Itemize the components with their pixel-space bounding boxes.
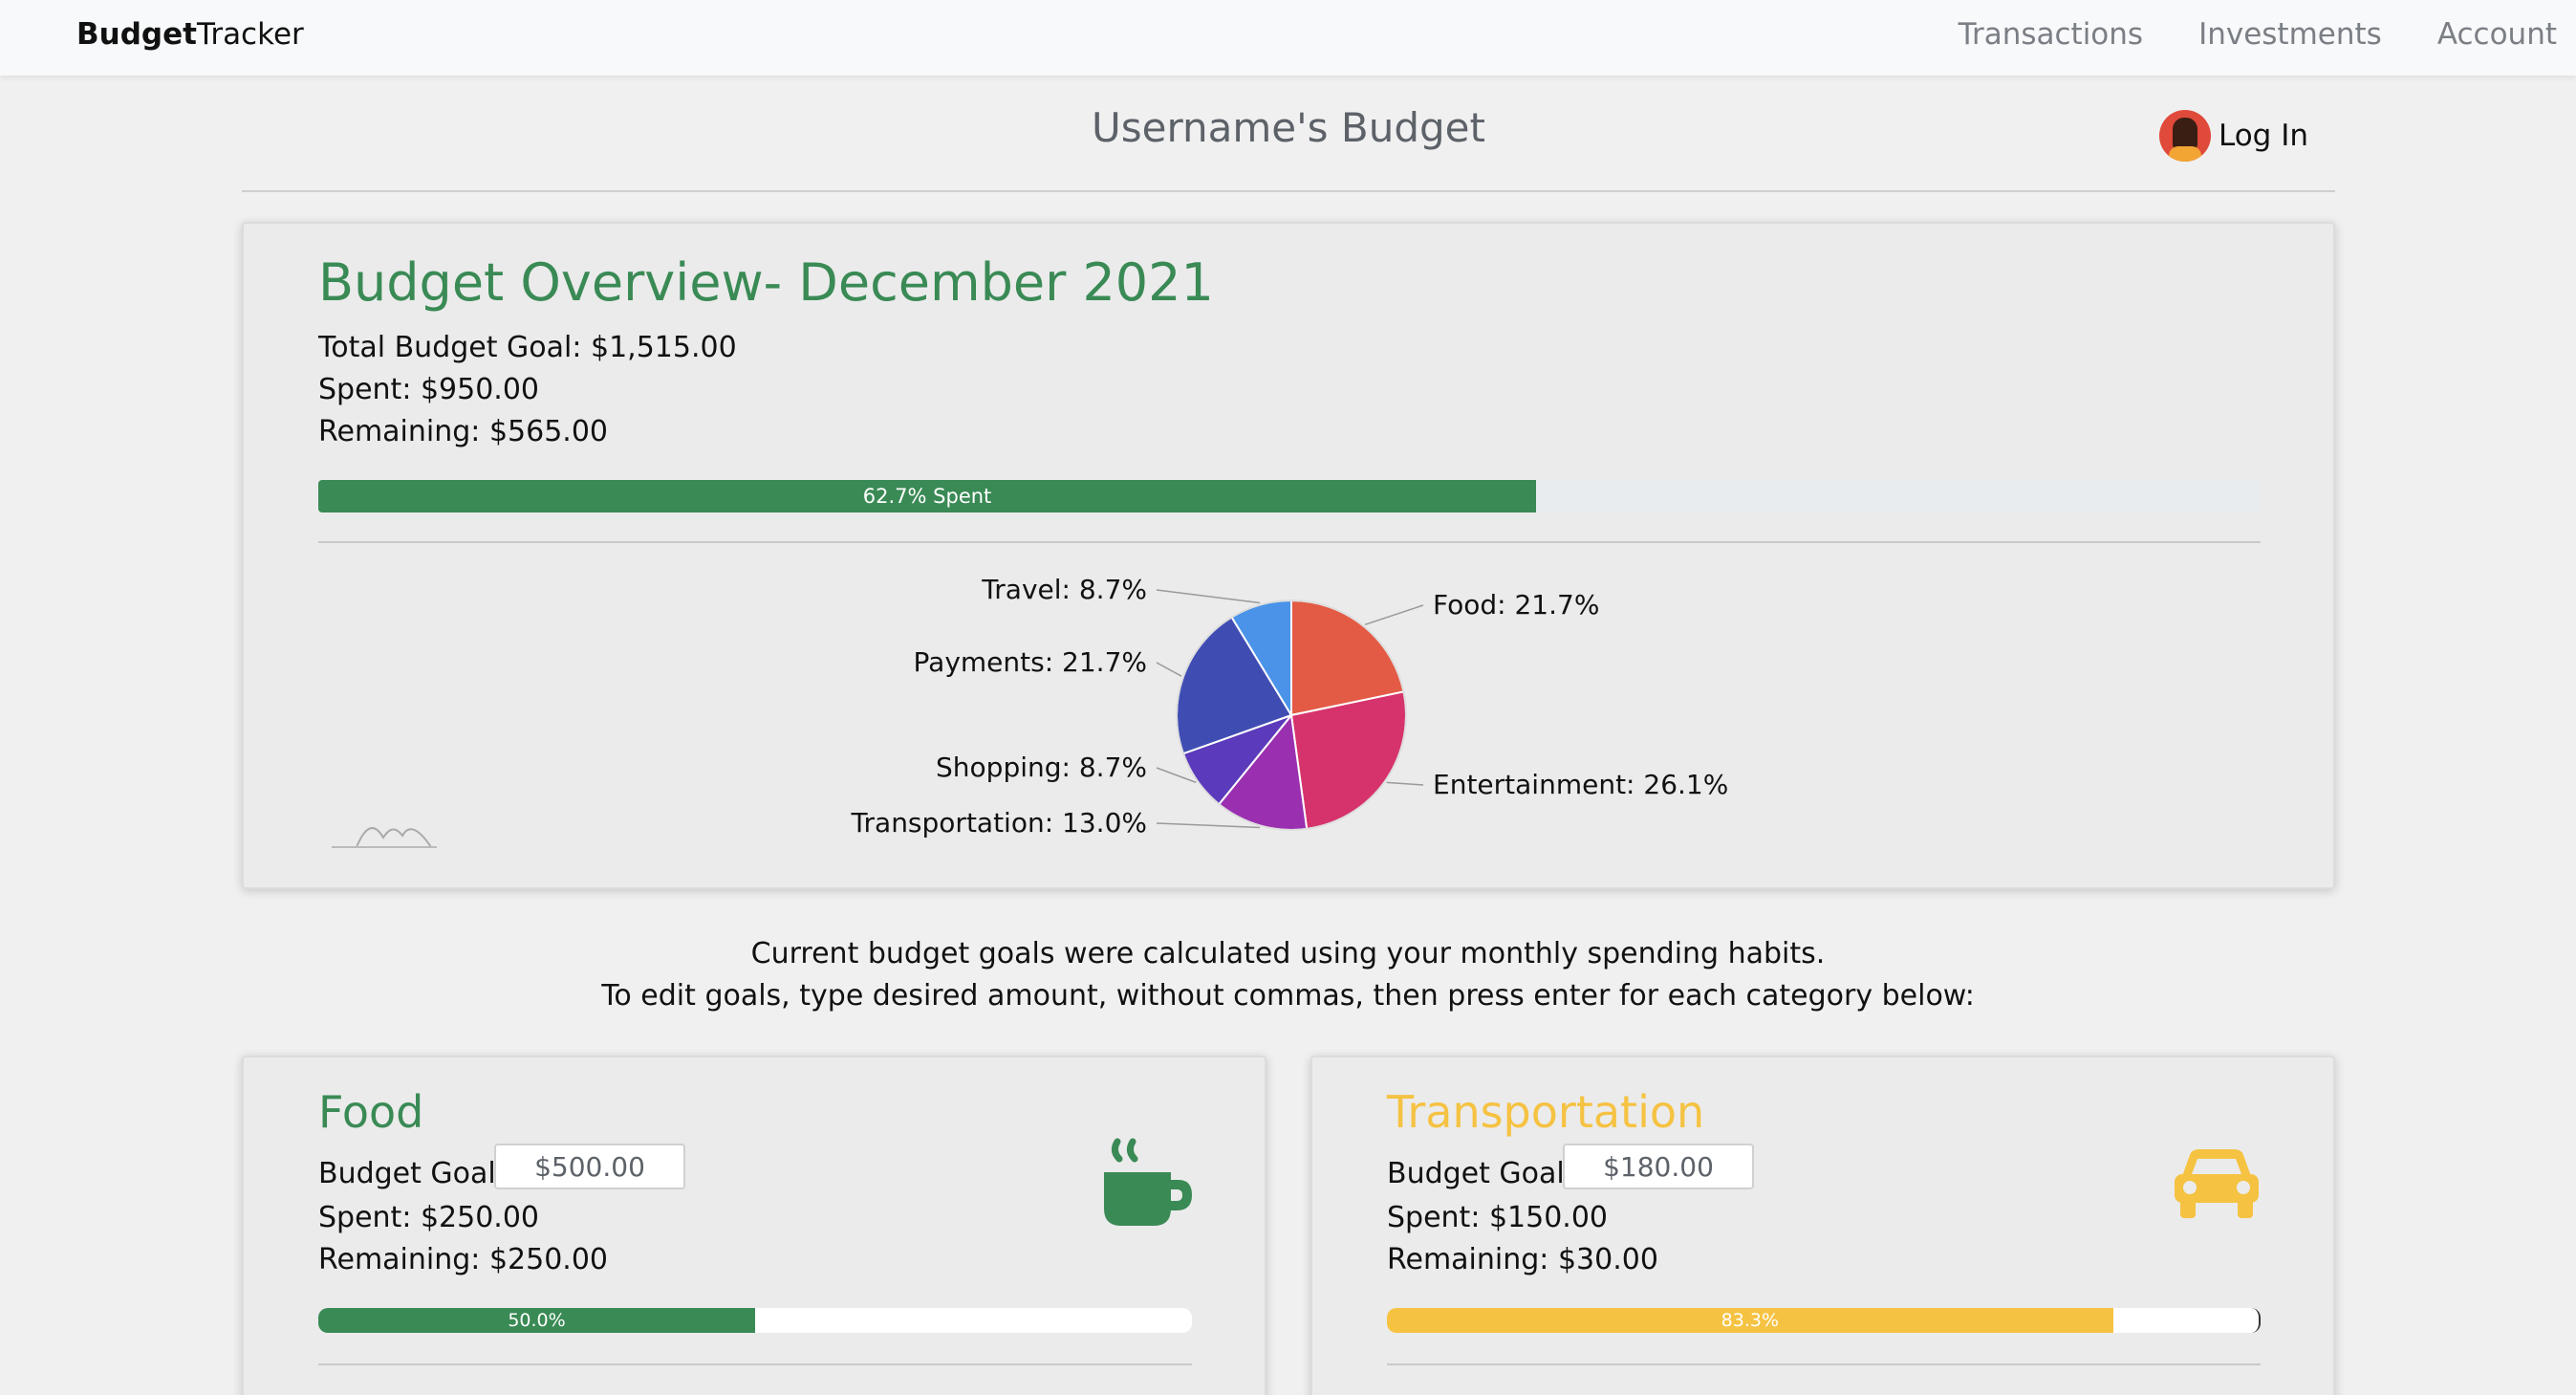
pie-label-entertainment: Entertainment: 26.1%: [1433, 769, 1728, 800]
category-remaining: Remaining: $250.00: [318, 1243, 609, 1276]
car-icon: [2175, 1149, 2259, 1218]
pie-label-payments: Payments: 21.7%: [914, 646, 1147, 678]
budget-goal-label: Budget Goal:: [318, 1157, 506, 1190]
category-card-food: Food Budget Goal: Spent: $250.00 Remaini…: [242, 1056, 1266, 1395]
pie-leader-line-travel: [1156, 589, 1261, 604]
brand-logo[interactable]: BudgetTracker: [76, 17, 304, 52]
nav-link-investments[interactable]: Investments: [2198, 17, 2382, 52]
pie-leader-line-entertainment: [1386, 781, 1424, 786]
category-progress-fill: 83.3%: [1387, 1308, 2113, 1333]
category-spent: Spent: $150.00: [1387, 1201, 1609, 1234]
goal-instructions: Current budget goals were calculated usi…: [0, 933, 2576, 1017]
pie-leader-line-food: [1364, 604, 1424, 626]
spending-pie-chart: Food: 21.7% Entertainment: 26.1% Transport…: [332, 574, 1728, 848]
category-divider: [1387, 1363, 2261, 1365]
login-button[interactable]: Log In: [2158, 110, 2308, 162]
pie-slice-entertainment[interactable]: [1289, 690, 1407, 831]
category-divider: [318, 1363, 1192, 1365]
budget-goal-label: Budget Goal:: [1387, 1157, 1574, 1190]
category-progress-bar: 50.0%: [318, 1308, 1192, 1333]
page-title: Username's Budget: [1092, 104, 1485, 151]
category-title: Transportation: [1387, 1086, 1705, 1138]
category-spent: Spent: $250.00: [318, 1201, 540, 1234]
category-title: Food: [318, 1086, 424, 1138]
category-progress-bar: 83.3%: [1387, 1308, 2261, 1333]
nav-links: Transactions Investments Account: [1903, 17, 2557, 52]
goal-instructions-line1: Current budget goals were calculated usi…: [750, 937, 1826, 970]
page-header: Username's Budget Log In: [242, 91, 2335, 192]
goal-instructions-line2: To edit goals, type desired amount, with…: [601, 979, 1975, 1013]
chart-watermark-icon: [332, 827, 437, 848]
category-remaining: Remaining: $30.00: [1387, 1243, 1658, 1276]
pie-label-travel: Travel: 8.7%: [981, 574, 1147, 605]
top-navbar: BudgetTracker Transactions Investments A…: [0, 0, 2576, 76]
pie-leader-line-payments: [1156, 662, 1182, 677]
category-card-transportation: Transportation Budget Goal: Spent: $150.…: [1310, 1056, 2335, 1395]
budget-goal-input[interactable]: [1563, 1144, 1754, 1189]
pie-label-food: Food: 21.7%: [1433, 589, 1599, 621]
avatar-icon: [2158, 110, 2211, 162]
pie-label-shopping: Shopping: 8.7%: [936, 752, 1147, 783]
pie-label-transportation: Transportation: 13.0%: [851, 807, 1147, 839]
budget-overview-card: Budget Overview- December 2021 Total Bud…: [242, 222, 2335, 889]
category-progress-fill: 50.0%: [318, 1308, 755, 1333]
pie-leader-line-transportation: [1156, 822, 1261, 829]
budget-goal-input[interactable]: [494, 1144, 685, 1189]
coffee-cup-icon: [1104, 1138, 1192, 1226]
login-label: Log In: [2218, 119, 2308, 153]
nav-link-transactions[interactable]: Transactions: [1959, 17, 2144, 52]
nav-link-account[interactable]: Account: [2437, 17, 2557, 52]
